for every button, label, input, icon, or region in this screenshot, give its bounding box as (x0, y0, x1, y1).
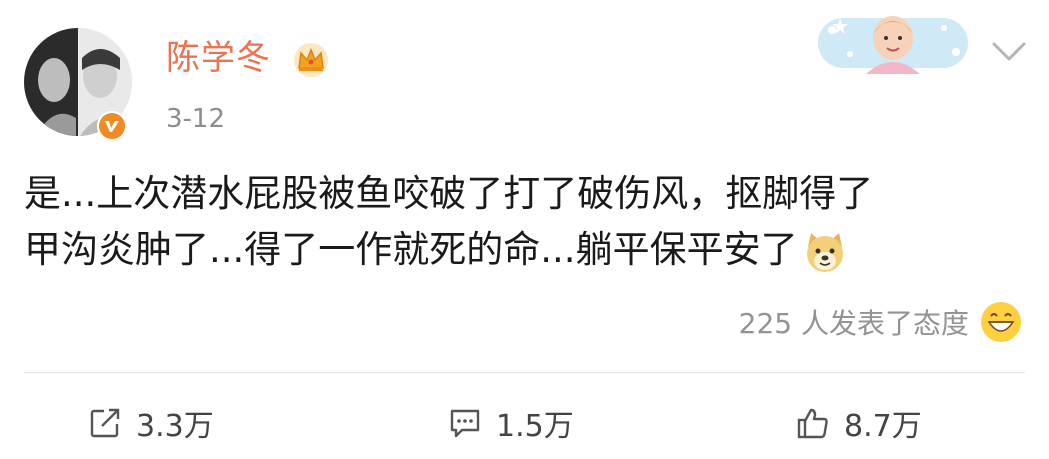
reactions-summary[interactable]: 225 人发表了态度 (739, 300, 1023, 344)
doge-emoji-icon (806, 232, 843, 272)
like-button[interactable]: 8.7万 (796, 400, 922, 446)
repost-button[interactable]: 3.3万 (88, 400, 214, 446)
reactions-count-label: 225 人发表了态度 (738, 307, 969, 340)
verified-badge-icon (97, 111, 127, 141)
like-count: 8.7万 (844, 409, 922, 444)
repost-icon (90, 408, 120, 438)
sticker-banner (818, 16, 968, 74)
divider (24, 372, 1025, 373)
comment-count: 1.5万 (496, 409, 574, 444)
post-text-line: 是...上次潜水屁股被鱼咬破了打了破伤风，抠脚得了 (24, 172, 874, 215)
post-text-line-content: 甲沟炎肿了...得了一作就死的命...躺平保平安了 (24, 228, 798, 271)
like-icon (797, 408, 828, 439)
post-timestamp: 3-12 (166, 104, 226, 134)
comment-button[interactable]: 1.5万 (448, 400, 574, 446)
grin-emoji-icon (981, 302, 1021, 342)
username[interactable]: 陈学冬 (166, 38, 271, 78)
post-body: 是...上次潜水屁股被鱼咬破了打了破伤风，抠脚得了 甲沟炎肿了...得了一作就死… (24, 166, 1034, 278)
comment-icon (450, 409, 480, 438)
post-text-line: 甲沟炎肿了...得了一作就死的命...躺平保平安了 (24, 222, 1034, 278)
repost-count: 3.3万 (136, 409, 214, 444)
chevron-down-icon[interactable] (990, 40, 1028, 64)
crown-icon (294, 43, 328, 77)
